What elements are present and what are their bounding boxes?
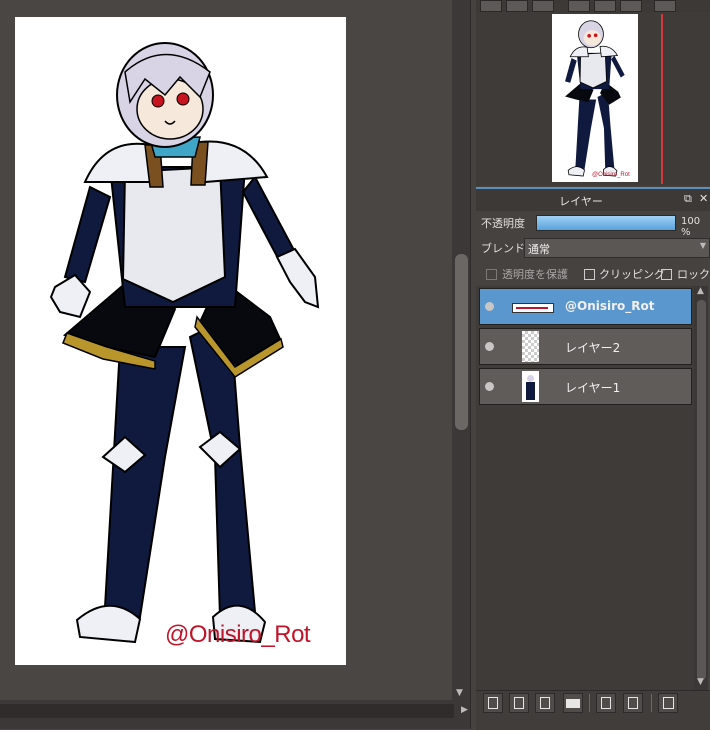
opacity-slider[interactable] xyxy=(536,215,676,231)
chevron-down-icon: ▼ xyxy=(699,241,706,250)
layer-name: @Onisiro_Rot xyxy=(565,299,655,313)
navigator-watermark: @Onisiro_Rot xyxy=(592,172,630,178)
popout-icon[interactable]: ⧉ xyxy=(684,192,692,206)
layer-panel-header: レイヤー ⧉ ✕ xyxy=(476,187,710,211)
protect-alpha-checkbox[interactable] xyxy=(486,269,497,280)
new-1bit-layer-button[interactable] xyxy=(535,693,555,713)
trash-icon xyxy=(663,697,674,709)
visibility-eye-icon[interactable] xyxy=(485,382,494,391)
navigator-preview-image xyxy=(565,20,625,177)
merge-icon xyxy=(628,697,638,709)
character-illustration xyxy=(49,42,320,644)
fit-icon[interactable] xyxy=(506,0,528,12)
zoom-in-icon[interactable] xyxy=(480,0,502,12)
blend-mode-value: 通常 xyxy=(528,243,550,256)
scroll-down-arrow-icon[interactable]: ▼ xyxy=(456,688,463,698)
layer-thumbnail xyxy=(522,371,539,402)
protect-alpha-label: 透明度を保護 xyxy=(502,268,568,281)
rotate-left-icon[interactable] xyxy=(568,0,590,12)
duplicate-layer-button[interactable] xyxy=(596,693,616,713)
duplicate-icon xyxy=(601,697,611,709)
opacity-label: 不透明度 xyxy=(481,217,525,230)
delete-layer-button[interactable] xyxy=(658,693,678,713)
scroll-right-arrow-icon[interactable]: ▶ xyxy=(461,705,468,715)
layer-thumbnail xyxy=(512,303,554,313)
blend-label: ブレンド xyxy=(481,242,525,255)
watermark-text: @Onisiro_Rot xyxy=(165,621,311,648)
merge-layer-button[interactable] xyxy=(623,693,643,713)
blend-mode-select[interactable]: 通常 ▼ xyxy=(524,238,710,258)
new-folder-button[interactable] xyxy=(563,693,583,713)
folder-icon xyxy=(566,699,580,708)
opacity-slider-fill xyxy=(537,216,675,230)
8bit-layer-icon xyxy=(514,697,524,709)
layer-row-onisiro[interactable]: @Onisiro_Rot xyxy=(479,288,692,325)
new-layer-button[interactable] xyxy=(483,693,503,713)
opacity-value: 100 % xyxy=(681,216,701,238)
visibility-eye-icon[interactable] xyxy=(485,342,494,351)
clipping-label: クリッピング xyxy=(599,268,665,281)
layer-name: レイヤー1 xyxy=(565,381,621,395)
layer-thumbnail-transparent xyxy=(522,331,539,362)
scroll-up-arrow-icon[interactable]: ▲ xyxy=(697,286,704,296)
new-8bit-layer-button[interactable] xyxy=(509,693,529,713)
layer-panel-title: レイヤー xyxy=(559,195,603,208)
drawing-canvas[interactable]: @Onisiro_Rot xyxy=(15,17,346,665)
lock-checkbox[interactable] xyxy=(661,269,672,280)
navigator-preview: @Onisiro_Rot xyxy=(552,14,638,182)
scroll-down-arrow-icon[interactable]: ▼ xyxy=(697,677,704,687)
vertical-scroll-thumb[interactable] xyxy=(455,254,468,430)
navigator-view-frame[interactable] xyxy=(661,14,663,184)
layer-name: レイヤー2 xyxy=(565,341,621,355)
layer-list-scroll-thumb[interactable] xyxy=(697,300,706,680)
horizontal-scrollbar[interactable] xyxy=(0,700,470,729)
navigator-toolbar xyxy=(476,0,710,12)
zoom-out-icon[interactable] xyxy=(532,0,554,12)
1bit-layer-icon xyxy=(540,697,550,709)
lock-label: ロック xyxy=(677,268,710,281)
rotate-right-icon[interactable] xyxy=(620,0,642,12)
visibility-eye-icon[interactable] xyxy=(485,302,494,311)
layer-row-layer1[interactable]: レイヤー1 xyxy=(479,368,692,405)
clipping-checkbox[interactable] xyxy=(584,269,595,280)
layer-row-layer2[interactable]: レイヤー2 xyxy=(479,328,692,365)
navigator-settings-icon[interactable] xyxy=(654,0,676,12)
new-layer-icon xyxy=(488,697,498,709)
flip-icon[interactable] xyxy=(594,0,616,12)
close-icon[interactable]: ✕ xyxy=(699,192,708,205)
